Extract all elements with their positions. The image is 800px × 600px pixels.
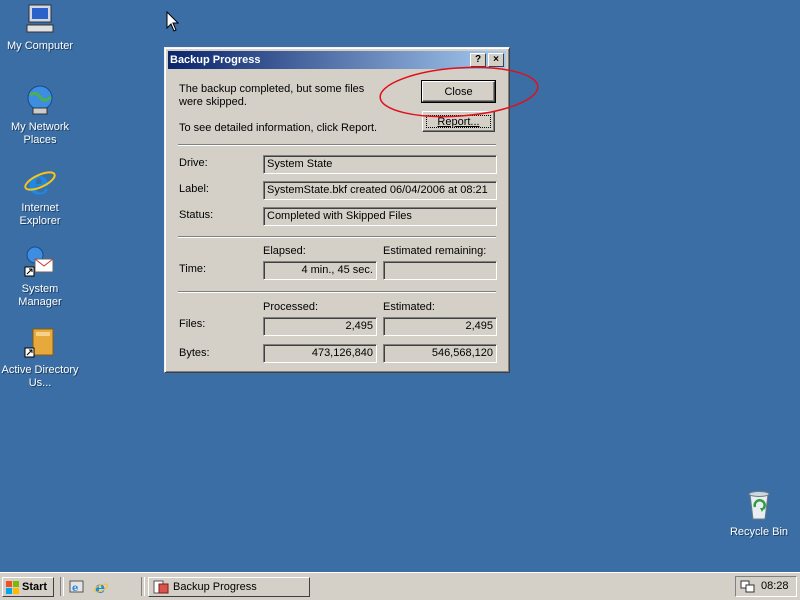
- desktop-icon-network-places[interactable]: My Network Places: [0, 83, 80, 147]
- recycle-bin-icon: [742, 488, 776, 522]
- remaining-header: Estimated remaining:: [383, 245, 487, 257]
- elapsed-header: Elapsed:: [263, 245, 306, 257]
- bytes-estimated: 546,568,120: [383, 344, 497, 363]
- drive-label: Drive:: [179, 157, 208, 169]
- active-directory-icon: [23, 326, 57, 360]
- separator: [178, 236, 496, 238]
- start-label: Start: [22, 581, 48, 593]
- mouse-pointer-icon: [166, 11, 180, 32]
- network-places-icon: [23, 83, 57, 117]
- system-tray: 08:28: [735, 576, 797, 597]
- toolbar-handle[interactable]: [60, 577, 64, 596]
- status-value: Completed with Skipped Files: [263, 207, 497, 226]
- label-value: SystemState.bkf created 06/04/2006 at 08…: [263, 181, 497, 200]
- files-processed: 2,495: [263, 317, 377, 336]
- svg-text:e: e: [72, 583, 78, 594]
- show-desktop-icon[interactable]: e: [69, 579, 85, 595]
- desktop: { "desktop": { "icons": [ {"label": "My …: [0, 0, 800, 600]
- desktop-icon-my-computer[interactable]: My Computer: [0, 2, 80, 53]
- clock[interactable]: 08:28: [761, 577, 789, 596]
- internet-explorer-icon: e: [23, 163, 57, 203]
- desktop-icon-recycle-bin[interactable]: Recycle Bin: [719, 488, 799, 539]
- label-label: Label:: [179, 183, 209, 195]
- network-tray-icon[interactable]: [740, 579, 756, 594]
- status-label: Status:: [179, 209, 214, 221]
- bytes-processed: 473,126,840: [263, 344, 377, 363]
- windows-logo-icon: [6, 581, 19, 594]
- my-computer-icon: [23, 2, 57, 36]
- taskbar-button-label: Backup Progress: [173, 581, 257, 593]
- completion-message: The backup completed, but some files wer…: [179, 83, 365, 108]
- taskbar-button-backup-progress[interactable]: Backup Progress: [148, 577, 310, 597]
- processed-header: Processed:: [263, 301, 319, 313]
- report-hint: To see detailed information, click Repor…: [179, 122, 378, 134]
- desktop-icon-system-manager[interactable]: System Manager: [0, 245, 80, 309]
- time-label: Time:: [179, 263, 207, 275]
- bytes-label: Bytes:: [179, 347, 210, 359]
- backup-app-icon: [153, 580, 169, 594]
- system-manager-icon: [23, 245, 57, 279]
- estimated-header: Estimated:: [383, 301, 435, 313]
- remaining-value: [383, 261, 497, 280]
- taskbar: Start e e Backup Progress 08:28: [0, 572, 800, 600]
- files-label: Files:: [179, 318, 206, 330]
- files-estimated: 2,495: [383, 317, 497, 336]
- drive-value: System State: [263, 155, 497, 174]
- elapsed-value: 4 min., 45 sec.: [263, 261, 377, 280]
- red-annotation-ellipse: [379, 66, 539, 118]
- desktop-icon-active-directory[interactable]: Active Directory Us...: [0, 326, 80, 390]
- desktop-icon-internet-explorer[interactable]: e Internet Explorer: [0, 163, 80, 228]
- dialog-title: Backup Progress: [170, 54, 261, 66]
- internet-explorer-icon[interactable]: e: [93, 579, 109, 595]
- svg-text:e: e: [28, 164, 50, 198]
- start-button[interactable]: Start: [2, 577, 54, 597]
- separator: [178, 144, 496, 146]
- separator: [178, 291, 496, 293]
- toolbar-handle[interactable]: [141, 577, 145, 596]
